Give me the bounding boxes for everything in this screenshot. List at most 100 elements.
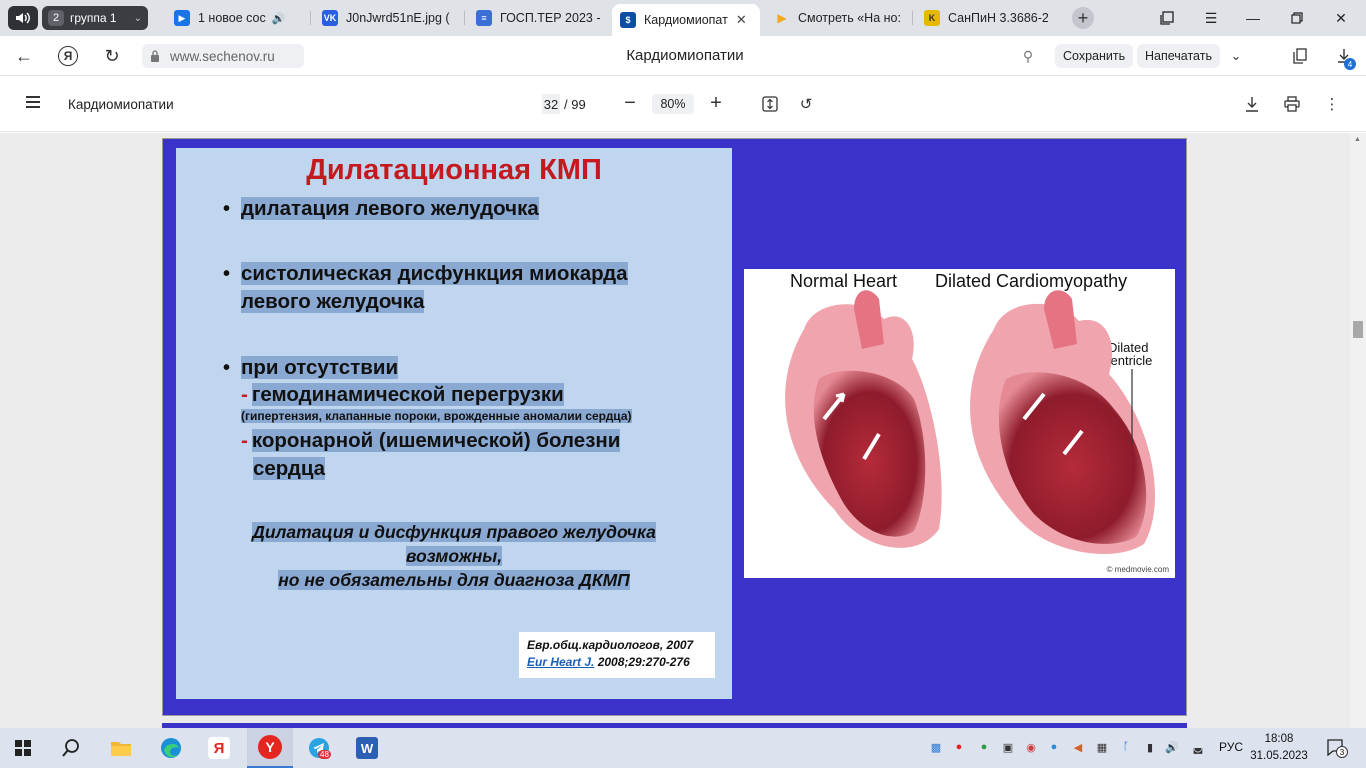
- reference-link[interactable]: Eur Heart J.: [527, 655, 594, 669]
- tray-zoom-icon[interactable]: ●: [1046, 738, 1062, 756]
- battery-icon[interactable]: ▮: [1142, 738, 1158, 756]
- scrollbar-thumb[interactable]: [1353, 321, 1363, 338]
- file-explorer-icon[interactable]: [106, 734, 136, 762]
- downloads-icon[interactable]: 4: [1332, 44, 1356, 70]
- tab-title: 1 новое сос: [198, 11, 266, 25]
- yandex-browser-icon[interactable]: Я: [204, 734, 234, 762]
- minimize-icon[interactable]: —: [1238, 6, 1268, 30]
- tab-separator: [912, 11, 913, 25]
- zoom-in-button[interactable]: +: [706, 92, 726, 114]
- yandex-logo-icon[interactable]: Я: [56, 44, 80, 68]
- taskbar: Я Y 48 W ▩ ● ● ▣ ◉ ● ◀ ▦ ᚪ ▮ 🔊 ◛ РУС 18:…: [0, 728, 1366, 768]
- tab-group-label: группа 1: [70, 11, 117, 25]
- tab-vk-image[interactable]: VK J0nJwrd51nE.jpg (: [314, 4, 462, 32]
- telegram-icon[interactable]: 48: [304, 734, 334, 762]
- scroll-up-icon[interactable]: ▲: [1354, 136, 1361, 143]
- close-tab-icon[interactable]: ✕: [736, 12, 747, 28]
- sub-item-note: (гипертензия, клапанные пороки, врожденн…: [241, 409, 632, 423]
- tab-cardiomyopathy[interactable]: $ Кардиомиопат ✕: [612, 4, 760, 36]
- tab-google-doc[interactable]: ≡ ГОСП.ТЕР 2023 - (: [468, 4, 610, 32]
- more-options-icon[interactable]: ⋮: [1321, 93, 1343, 115]
- reload-icon[interactable]: ↻: [100, 44, 124, 68]
- pdf-title: Кардиомиопатии: [68, 97, 174, 112]
- rotate-icon[interactable]: ↺: [795, 93, 817, 115]
- lock-icon: [150, 50, 160, 62]
- notifications-badge: 3: [1336, 746, 1348, 758]
- speaker-icon[interactable]: 🔊: [272, 12, 286, 25]
- page-title: Кардиомиопатии: [626, 47, 744, 64]
- tab-separator: [464, 11, 465, 25]
- print-button[interactable]: Напечатать: [1137, 44, 1220, 68]
- sub-item: - коронарной (ишемической) болезни сердца: [241, 429, 621, 480]
- image-copyright: © medmovie.com: [1106, 565, 1169, 574]
- italic-note: Дилатация и дисфункция правого желудочка…: [252, 522, 656, 590]
- zoom-out-button[interactable]: −: [620, 92, 640, 114]
- fit-page-icon[interactable]: [759, 93, 781, 115]
- document-icon: ≡: [476, 10, 492, 26]
- pdf-viewer[interactable]: Дилатационная КМП • дилатация левого желу…: [0, 133, 1366, 728]
- close-window-icon[interactable]: ✕: [1326, 6, 1356, 30]
- tray-sound-off-icon[interactable]: ◀: [1070, 738, 1086, 756]
- audio-playing-icon[interactable]: [8, 6, 38, 30]
- slide-page: Дилатационная КМП • дилатация левого желу…: [162, 138, 1187, 716]
- telegram-badge: 48: [318, 750, 331, 759]
- address-bar: ← Я ↻ www.sechenov.ru Кардиомиопатии ⚲ С…: [0, 36, 1366, 76]
- word-icon[interactable]: W: [352, 734, 382, 762]
- windows-start-icon[interactable]: [8, 734, 38, 762]
- tray-app-icon[interactable]: ▩: [928, 738, 944, 756]
- page-number-input[interactable]: 32: [542, 94, 560, 114]
- tray-yandex-icon[interactable]: ●: [951, 738, 967, 756]
- volume-icon[interactable]: 🔊: [1164, 738, 1180, 756]
- yandex-active-icon[interactable]: Y: [247, 728, 293, 768]
- downloads-badge: 4: [1344, 58, 1356, 70]
- tab-separator: [310, 11, 311, 25]
- chevron-down-icon[interactable]: ⌄: [1224, 44, 1248, 68]
- tray-usb-icon[interactable]: ▦: [1094, 738, 1110, 756]
- menu-icon[interactable]: ☰: [1196, 6, 1226, 30]
- search-page-icon[interactable]: ⚲: [1016, 44, 1040, 68]
- search-icon[interactable]: [56, 734, 86, 762]
- zoom-level-input[interactable]: 80%: [652, 94, 694, 114]
- clock[interactable]: 18:08 31.05.2023: [1250, 731, 1308, 765]
- tab-group-count: 2: [48, 10, 64, 26]
- network-icon[interactable]: ◛: [1190, 738, 1206, 756]
- new-tab-button[interactable]: +: [1072, 7, 1094, 29]
- tab-title: Кардиомиопат: [644, 13, 728, 27]
- clock-date: 31.05.2023: [1250, 750, 1308, 762]
- url-text: www.sechenov.ru: [170, 48, 275, 64]
- save-button[interactable]: Сохранить: [1055, 44, 1134, 68]
- tray-video-icon[interactable]: ▣: [1000, 738, 1016, 756]
- tray-monitor-icon[interactable]: ◉: [1023, 738, 1039, 756]
- language-indicator[interactable]: РУС: [1219, 740, 1243, 754]
- tab-group[interactable]: 2 группа 1 ⌄: [42, 6, 148, 30]
- slide-heading: Дилатационная КМП: [306, 154, 602, 186]
- pdf-favicon-icon: $: [620, 12, 636, 28]
- tab-title: СанПиН 3.3686-2: [948, 11, 1048, 25]
- url-field[interactable]: www.sechenov.ru: [142, 44, 304, 68]
- download-icon[interactable]: [1241, 93, 1263, 115]
- back-arrow-icon[interactable]: ←: [12, 44, 36, 68]
- tab-messages[interactable]: ▶ 1 новое сос 🔊: [166, 4, 306, 32]
- pdf-toolbar: Кардиомиопатии 32 / 99 − 80% + ↺ ⋮: [0, 77, 1366, 132]
- scrollbar[interactable]: ▲: [1350, 133, 1366, 728]
- bookmarks-icon[interactable]: [1288, 44, 1312, 68]
- restore-icon[interactable]: [1282, 6, 1312, 30]
- tray-torrent-icon[interactable]: ●: [976, 738, 992, 756]
- tab-title: J0nJwrd51nE.jpg (: [346, 11, 450, 25]
- tab-watch-video[interactable]: ▶ Смотреть «На но:: [766, 4, 912, 32]
- reference-box: Евр.общ.кардиологов, 2007 Eur Heart J. 2…: [519, 632, 715, 678]
- tab-strip: 2 группа 1 ⌄ ▶ 1 новое сос 🔊 VK J0nJwrd5…: [0, 0, 1366, 36]
- bullet-item: • систолическая дисфункция миокарда левог…: [223, 262, 628, 313]
- edge-browser-icon[interactable]: [156, 734, 186, 762]
- printer-icon[interactable]: [1281, 93, 1303, 115]
- vk-icon: VK: [322, 10, 338, 26]
- heart-drawing: [785, 290, 1156, 554]
- chevron-down-icon: ⌄: [133, 12, 142, 24]
- notifications-icon[interactable]: 3: [1324, 736, 1348, 758]
- consultant-icon: K: [924, 10, 940, 26]
- play-icon: ▶: [777, 11, 787, 25]
- tab-sanpin[interactable]: K СанПиН 3.3686-2: [916, 4, 1056, 32]
- hamburger-menu-icon[interactable]: [26, 96, 40, 108]
- bluetooth-icon[interactable]: ᚪ: [1118, 738, 1134, 756]
- tabs-overview-icon[interactable]: [1152, 6, 1182, 30]
